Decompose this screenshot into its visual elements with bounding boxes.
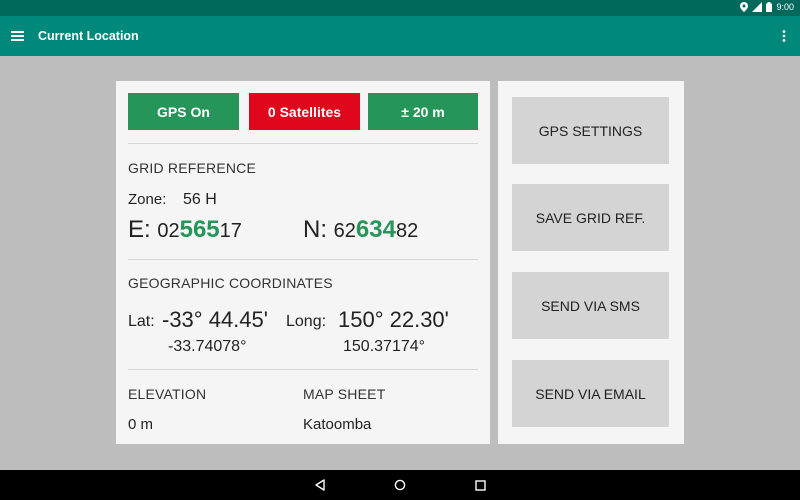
latitude-dms: -33° 44.45' [162,307,268,332]
longitude-label: Long: [286,313,327,330]
menu-button[interactable] [0,16,34,56]
home-icon [394,479,406,491]
home-button[interactable] [392,477,408,493]
geographic-coordinates-title: GEOGRAPHIC COORDINATES [128,275,333,291]
recents-icon [474,479,486,491]
northing-label: N: [303,216,327,243]
longitude-dms: 150° 22.30' [338,307,449,332]
status-bar: 9:00 [0,0,800,16]
divider [128,143,478,144]
grid-reference-title: GRID REFERENCE [128,160,257,176]
zone-value: 56 H [183,191,217,208]
send-via-email-button[interactable]: SEND VIA EMAIL [512,360,669,427]
save-grid-ref-button[interactable]: SAVE GRID REF. [512,184,669,251]
easting-prefix: 02 [157,220,180,242]
navigation-bar [0,470,800,500]
northing-major: 634 [355,216,396,243]
northing-prefix: 62 [333,220,356,242]
easting-suffix: 17 [219,220,242,242]
accuracy-status-button[interactable]: ± 20 m [368,93,478,130]
location-icon [740,2,749,12]
back-button[interactable] [312,477,328,493]
gps-settings-button[interactable]: GPS SETTINGS [512,97,669,164]
hamburger-icon [10,31,24,41]
more-vert-icon [782,30,786,42]
status-icons: 9:00 [740,2,794,12]
gps-status-button[interactable]: GPS On [128,93,239,130]
latitude-decimal: -33.74078° [168,338,247,355]
location-panel: GPS On 0 Satellites ± 20 m GRID REFERENC… [116,81,490,444]
recents-button[interactable] [472,477,488,493]
signal-icon [752,2,763,12]
send-via-sms-button[interactable]: SEND VIA SMS [512,272,669,339]
northing-suffix: 82 [395,220,419,242]
clock: 9:00 [776,2,794,12]
divider [128,369,478,370]
elevation-value: 0 m [128,416,154,433]
back-icon [315,479,325,491]
map-sheet-value: Katoomba [303,416,372,433]
zone-label: Zone: [128,191,167,208]
satellites-status-button[interactable]: 0 Satellites [249,93,360,130]
overflow-menu-button[interactable] [776,16,792,56]
easting: E: 0256517 [128,216,242,244]
elevation-title: ELEVATION [128,386,207,402]
northing: N: 6263482 [303,216,418,244]
actions-panel: GPS SETTINGS SAVE GRID REF. SEND VIA SMS… [498,81,684,444]
divider [128,259,478,260]
latitude-label: Lat: [128,313,155,330]
battery-icon [766,2,773,12]
easting-label: E: [128,216,151,243]
app-bar: Current Location [0,16,800,56]
page-title: Current Location [38,29,139,43]
longitude-decimal: 150.37174° [343,338,426,355]
map-sheet-title: MAP SHEET [303,386,386,402]
easting-major: 565 [179,216,220,243]
main-content: GPS On 0 Satellites ± 20 m GRID REFERENC… [0,56,800,470]
